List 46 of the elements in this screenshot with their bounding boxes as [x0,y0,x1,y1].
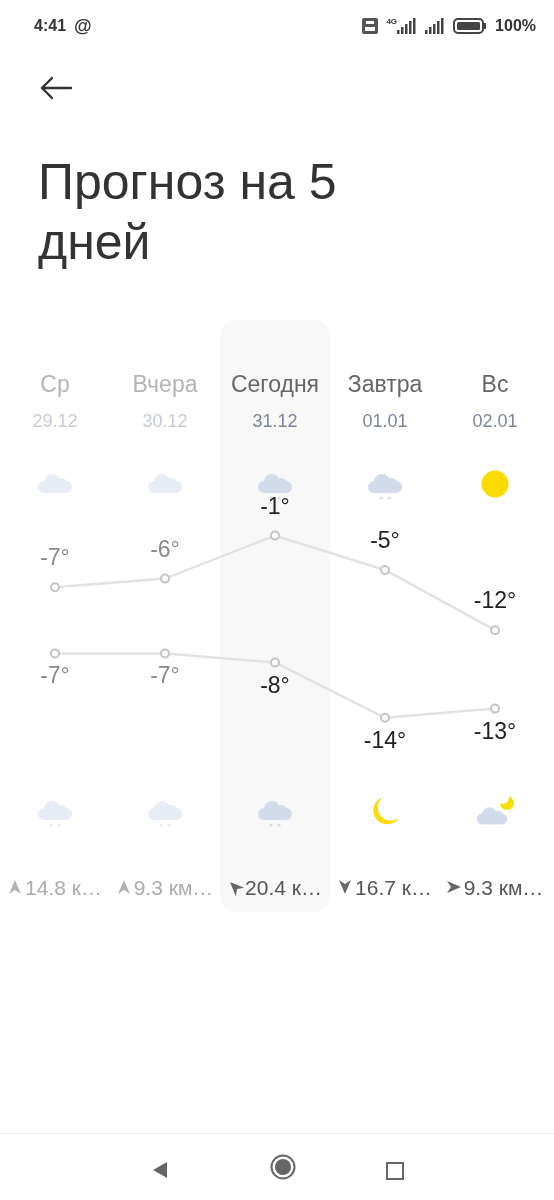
notification-icon: @ [74,12,92,40]
day-label[interactable]: Вс [481,367,509,402]
temperature-label: -12° [473,587,517,614]
temperature-label: -7° [40,662,70,689]
temperature-label: -8° [260,671,290,698]
temperature-label: -1° [260,495,290,519]
network-type-text: 4G [386,16,398,28]
clock-text: 4:41 [34,16,67,36]
temperature-label: -5° [370,527,400,553]
data-point [380,712,390,723]
home-nav-button[interactable] [270,1154,296,1180]
wind-speed-text: 9.3 км… [463,874,544,901]
date-text: 01.01 [362,409,408,433]
data-point [380,565,390,575]
wind-speed-text: 14.8 к… [25,874,102,901]
temperature-label: -14° [363,726,407,753]
date-text: 29.12 [32,409,78,433]
battery-text: 100% [495,16,536,36]
day-label: Сегодня [230,370,320,399]
data-point [490,625,500,636]
date-text: 30.12 [142,409,188,433]
signal-icon [425,18,446,34]
date-text: 31.12 [252,409,298,433]
data-point [160,648,170,659]
data-point [490,703,500,714]
date-text: 02.01 [472,409,518,433]
data-point [50,582,60,593]
wind-direction-icon [445,880,462,895]
wind-direction-icon [8,879,23,896]
temperature-label: -7° [40,544,70,571]
temperature-label: -13° [473,717,517,744]
wind-speed-text: 20.4 к… [245,874,322,901]
battery-icon [453,18,488,34]
signal-icon [397,18,418,34]
wind-direction-icon [116,879,131,896]
day-label[interactable]: Завтра [347,367,423,402]
temperature-label: -6° [150,535,180,562]
wind-speed-text: 16.7 к… [355,874,432,901]
data-point [160,573,170,584]
data-point [270,530,280,541]
page-title: Прогноз на 5 дней [38,153,338,272]
wind-direction-icon [338,879,353,896]
wind-speed-text: 9.3 км… [133,874,214,901]
temperature-label: -7° [150,662,180,689]
data-point [50,648,60,659]
data-point [270,657,280,668]
